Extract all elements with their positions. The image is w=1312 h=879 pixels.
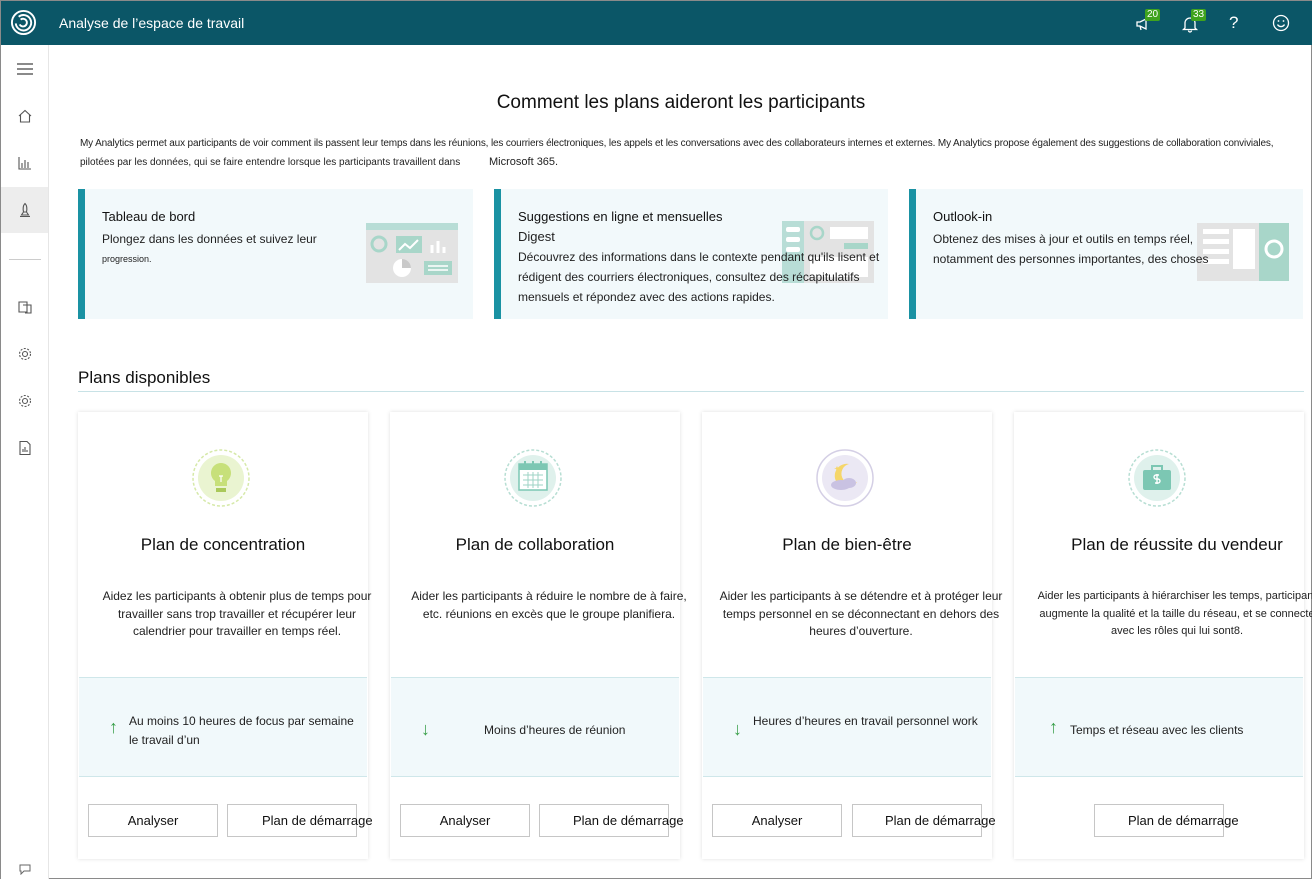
- plan-card-seller-success: Plan de réussite du vendeur Aider les pa…: [1014, 412, 1312, 859]
- feature-subtitle: Digest: [518, 229, 555, 244]
- help-button[interactable]: ?: [1229, 12, 1251, 34]
- sidebar-divider: [9, 259, 41, 260]
- notifications-button[interactable]: 33: [1181, 9, 1207, 34]
- plan-metric-panel: ↓ Heures d’heures en travail personnel w…: [703, 677, 991, 777]
- plan-metric: Temps et réseau avec les clients: [1070, 723, 1244, 737]
- app-title: Analyse de l’espace de travail: [59, 15, 245, 31]
- moon-icon: [816, 449, 874, 507]
- bar-chart-icon: [17, 157, 31, 170]
- announcements-badge: 20: [1145, 9, 1161, 21]
- calendar-icon: [504, 449, 562, 507]
- feature-description: Obtenez des mises à jour et outils en te…: [933, 232, 1209, 266]
- gear-icon: [18, 394, 31, 408]
- sidebar-item-reports[interactable]: [1, 425, 48, 471]
- hamburger-icon: [16, 63, 33, 75]
- down-arrow-icon: ↓: [421, 719, 430, 739]
- lightbulb-icon: [192, 449, 250, 507]
- feature-title: Suggestions en ligne et mensuelles: [518, 209, 723, 224]
- chat-icon: [19, 864, 30, 875]
- feature-card-digest[interactable]: Suggestions en ligne et mensuelles Diges…: [494, 189, 888, 319]
- plan-title: Plan de réussite du vendeur: [1071, 535, 1283, 554]
- sidebar: [1, 45, 49, 879]
- sidebar-item-system-settings[interactable]: [1, 378, 48, 424]
- start-plan-button[interactable]: Plan de démarrage: [539, 804, 684, 837]
- feature-description: Découvrez des informations dans le conte…: [518, 250, 880, 304]
- plan-card-wellbeing: Plan de bien-être Aider les participants…: [702, 412, 1002, 859]
- plan-card-focus: Plan de concentration Aidez les particip…: [78, 412, 373, 859]
- plan-metric-panel: ↑ Temps et réseau avec les clients: [1015, 677, 1303, 777]
- start-plan-button[interactable]: Plan de démarrage: [852, 804, 996, 837]
- feature-card-outlook[interactable]: Outlook-in Obtenez des mises à jour et o…: [909, 189, 1303, 319]
- analyze-button[interactable]: Analyser: [88, 804, 218, 837]
- data-upload-icon: [17, 301, 32, 314]
- intro-line-2-text: pilotées par les données, qui se faire e…: [80, 157, 461, 168]
- plan-description: Aidez les participants à obtenir plus de…: [102, 589, 372, 638]
- gear-icon: [18, 347, 31, 361]
- analyze-button[interactable]: Analyser: [712, 804, 842, 837]
- plan-description: Aider les participants à hiérarchiser le…: [1037, 590, 1312, 637]
- sidebar-item-data-sources[interactable]: [1, 284, 48, 330]
- feature-description: Plongez dans les données et suivez leur: [102, 232, 317, 246]
- plan-title: Plan de collaboration: [455, 535, 615, 554]
- announcements-button[interactable]: 20: [1135, 9, 1161, 34]
- sidebar-item-analyze[interactable]: [1, 140, 48, 186]
- plan-title: Plan de bien-être: [782, 535, 912, 554]
- start-plan-button[interactable]: Plan de démarrage: [227, 804, 373, 837]
- plan-metric-panel: ↑ Au moins 10 heures de focus par semain…: [79, 677, 367, 777]
- intro-line-1: My Analytics permet aux participants de …: [80, 138, 1274, 149]
- top-bar: Analyse de l’espace de travail 20 33 ?: [1, 1, 1312, 45]
- sidebar-item-help[interactable]: [1, 853, 48, 879]
- plan-metric-panel: ↓ Moins d’heures de réunion: [391, 677, 679, 777]
- feature-title: Outlook-in: [933, 209, 993, 224]
- feature-description-small: progression.: [102, 254, 152, 264]
- section-title: Plans disponibles: [78, 368, 211, 387]
- home-icon: [18, 109, 31, 123]
- rocket-icon: [19, 202, 30, 218]
- analyze-button[interactable]: Analyser: [400, 804, 530, 837]
- section-divider: [78, 391, 1304, 392]
- intro-product-name: Microsoft 365.: [489, 156, 559, 168]
- feature-card-dashboard[interactable]: Tableau de bord Plongez dans les données…: [78, 189, 473, 319]
- workplace-analytics-logo-icon[interactable]: [10, 9, 37, 36]
- sidebar-item-plans[interactable]: [1, 187, 48, 233]
- main-content: Comment les plans aideront les participa…: [49, 45, 1312, 879]
- page-title: Comment les plans aideront les participa…: [496, 92, 866, 113]
- start-plan-button[interactable]: Plan de démarrage: [1094, 804, 1239, 837]
- feedback-button[interactable]: [1271, 12, 1293, 34]
- intro-text: My Analytics permet aux participants de …: [80, 135, 1280, 172]
- smiley-icon: [1272, 14, 1290, 32]
- plan-description: Aider les participants à réduire le nomb…: [411, 589, 687, 621]
- up-arrow-icon: ↑: [109, 717, 118, 737]
- sidebar-item-home[interactable]: [1, 93, 48, 139]
- notifications-badge: 33: [1191, 9, 1207, 21]
- menu-toggle-button[interactable]: [1, 46, 48, 92]
- plan-title: Plan de concentration: [140, 535, 306, 554]
- feature-title: Tableau de bord: [102, 209, 196, 224]
- plan-card-collaboration: Plan de collaboration Aider les particip…: [390, 412, 687, 859]
- report-icon: [18, 440, 31, 456]
- down-arrow-icon: ↓: [733, 719, 742, 739]
- sidebar-item-settings[interactable]: [1, 331, 48, 377]
- plan-description: Aider les participants à se détendre et …: [719, 589, 1003, 638]
- plan-metric: Heures d’heures en travail personnel wor…: [753, 714, 978, 728]
- plan-metric: Au moins 10 heures de focus par semaine …: [129, 714, 354, 747]
- up-arrow-icon: ↑: [1049, 717, 1058, 737]
- briefcase-icon: [1128, 449, 1186, 507]
- intro-line-2: pilotées par les données, qui se faire e…: [80, 153, 1280, 172]
- plan-metric: Moins d’heures de réunion: [484, 723, 626, 737]
- dashboard-illustration-icon: [366, 223, 458, 283]
